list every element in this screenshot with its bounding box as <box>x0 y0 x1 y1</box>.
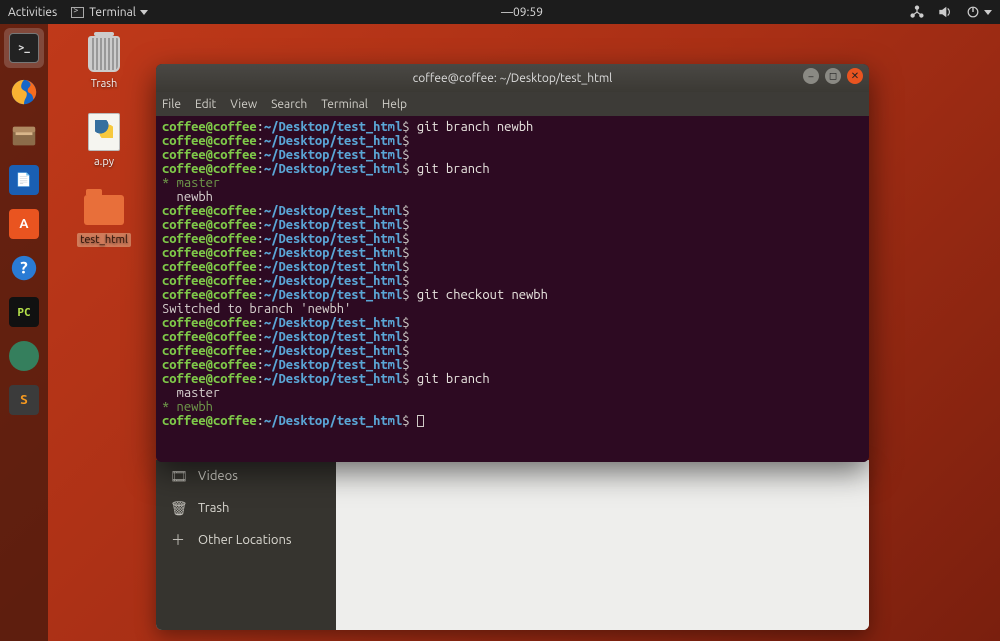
firefox-icon <box>9 77 39 107</box>
pycharm-icon: PC <box>9 297 39 327</box>
files-window: 🎞 Videos 🗑 Trash ＋ Other Locations <box>156 460 869 630</box>
volume-icon[interactable] <box>938 5 952 19</box>
launcher-atom[interactable] <box>4 336 44 376</box>
atom-icon <box>9 341 39 371</box>
trash-icon: 🗑 <box>170 500 186 517</box>
sidebar-item-label: Other Locations <box>198 533 292 547</box>
launcher-firefox[interactable] <box>4 72 44 112</box>
files-sidebar: 🎞 Videos 🗑 Trash ＋ Other Locations <box>156 460 336 630</box>
svg-text:?: ? <box>20 259 27 278</box>
files-sidebar-item-other-locations[interactable]: ＋ Other Locations <box>156 524 336 556</box>
desktop-icon-label: a.py <box>91 155 117 169</box>
app-menu-indicator[interactable]: Terminal <box>71 6 148 19</box>
chevron-down-icon <box>140 10 148 15</box>
video-icon: 🎞 <box>170 468 186 485</box>
desktop-icon-label: test_html <box>77 233 131 247</box>
launcher-files[interactable] <box>4 116 44 156</box>
desktop-icon-label: Trash <box>88 77 121 91</box>
files-content-pane[interactable] <box>336 460 869 630</box>
menu-view[interactable]: View <box>230 98 257 111</box>
window-minimize-button[interactable]: – <box>803 68 819 84</box>
launcher-pycharm[interactable]: PC <box>4 292 44 332</box>
launcher-sublime[interactable]: S <box>4 380 44 420</box>
clock-text: 09:59 <box>513 6 543 19</box>
sidebar-item-label: Videos <box>198 469 238 483</box>
shopping-bag-icon: A <box>9 209 39 239</box>
desktop-icon-test-html[interactable]: test_html <box>72 190 136 247</box>
chevron-down-icon <box>984 10 992 15</box>
files-icon <box>9 121 39 151</box>
terminal-icon <box>9 33 39 63</box>
terminal-body[interactable]: coffee@coffee:~/Desktop/test_html$ git b… <box>156 116 869 462</box>
folder-icon <box>84 195 124 225</box>
menu-help[interactable]: Help <box>382 98 407 111</box>
desktop-icon-apy[interactable]: a.py <box>72 112 136 169</box>
menu-terminal[interactable]: Terminal <box>321 98 368 111</box>
terminal-titlebar[interactable]: coffee@coffee: ~/Desktop/test_html – ◻ ✕ <box>156 64 869 92</box>
terminal-window: coffee@coffee: ~/Desktop/test_html – ◻ ✕… <box>156 64 869 462</box>
terminal-icon <box>71 7 84 18</box>
menu-file[interactable]: File <box>162 98 181 111</box>
launcher-help[interactable]: ? <box>4 248 44 288</box>
help-icon: ? <box>9 253 39 283</box>
menu-edit[interactable]: Edit <box>195 98 216 111</box>
clock[interactable]: — 09:59 <box>501 6 543 19</box>
terminal-menubar: File Edit View Search Terminal Help <box>156 92 869 116</box>
sidebar-item-label: Trash <box>198 501 229 515</box>
python-file-icon <box>88 113 120 151</box>
files-sidebar-item-trash[interactable]: 🗑 Trash <box>156 492 336 524</box>
document-icon: 📄 <box>9 165 39 195</box>
launcher-terminal[interactable] <box>4 28 44 68</box>
plus-icon: ＋ <box>170 530 186 550</box>
power-icon[interactable] <box>966 5 992 19</box>
sublime-icon: S <box>9 385 39 415</box>
trash-icon <box>88 36 120 72</box>
network-icon[interactable] <box>910 5 924 19</box>
desktop-icon-trash[interactable]: Trash <box>72 34 136 91</box>
launcher-software[interactable]: A <box>4 204 44 244</box>
app-menu-label: Terminal <box>89 6 136 19</box>
window-maximize-button[interactable]: ◻ <box>825 68 841 84</box>
launcher-libreoffice-writer[interactable]: 📄 <box>4 160 44 200</box>
menu-search[interactable]: Search <box>271 98 307 111</box>
activities-button[interactable]: Activities <box>8 6 57 19</box>
terminal-cursor <box>417 415 424 427</box>
files-sidebar-item-videos[interactable]: 🎞 Videos <box>156 460 336 492</box>
terminal-title: coffee@coffee: ~/Desktop/test_html <box>156 72 869 85</box>
launcher-dock: 📄 A ? PC S <box>0 24 48 641</box>
window-close-button[interactable]: ✕ <box>847 68 863 84</box>
